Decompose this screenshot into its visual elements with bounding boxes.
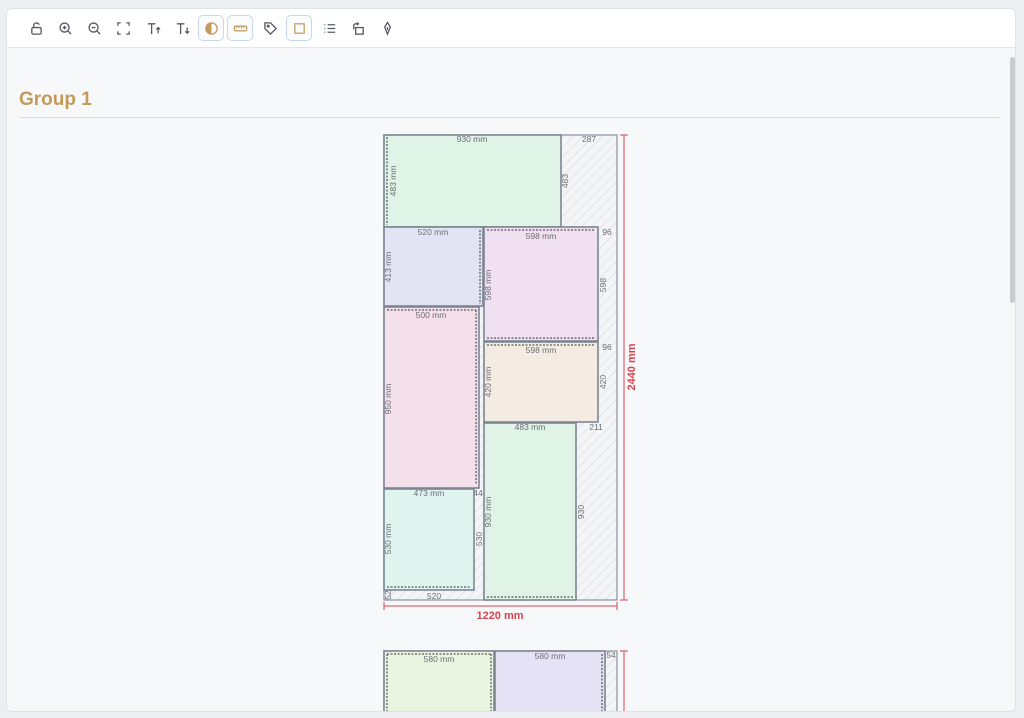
- cutting-layout: 930 mm 483 mm 520 mm 413 mm 598 mm 598 m…: [383, 134, 638, 712]
- piece-3[interactable]: 598 mm 598 mm: [483, 226, 599, 342]
- waste-label: 96: [602, 227, 612, 237]
- board2-piece-2[interactable]: 580 mm: [494, 650, 606, 712]
- piece-height-label: 950 mm: [383, 384, 393, 415]
- piece-2[interactable]: 520 mm 413 mm: [383, 226, 484, 307]
- piece-width-label: 580 mm: [535, 651, 566, 661]
- piece-rect[interactable]: [383, 226, 484, 307]
- piece-width-label: 598 mm: [526, 345, 557, 355]
- waste-label: 54: [606, 650, 616, 660]
- waste-label: 44: [473, 488, 483, 498]
- piece-4[interactable]: 500 mm 950 mm: [383, 306, 480, 489]
- waste-label: 530: [474, 532, 484, 546]
- piece-height-label: 598 mm: [483, 270, 493, 301]
- waste-label: 52: [383, 590, 393, 600]
- width-dimension: 1220 mm: [383, 602, 618, 622]
- piece-rect[interactable]: [383, 134, 562, 228]
- waste-label: 598: [598, 278, 608, 292]
- viewer-frame: Group 1 930 mm 483 mm 520 mm 413 mm 598 …: [6, 8, 1016, 712]
- waste-label: 96: [602, 342, 612, 352]
- waste-label: 211: [589, 422, 603, 432]
- piece-width-label: 483 mm: [515, 422, 546, 432]
- sheet-width-label: 1220 mm: [476, 610, 523, 622]
- piece-width-label: 580 mm: [424, 654, 455, 664]
- piece-width-label: 598 mm: [526, 231, 557, 241]
- piece-height-label: 420 mm: [483, 367, 493, 398]
- piece-rect[interactable]: [483, 226, 599, 342]
- piece-width-label: 500 mm: [416, 310, 447, 320]
- piece-height-label: 530 mm: [383, 524, 393, 555]
- waste-label: 520: [427, 591, 441, 601]
- waste-label: 287: [582, 134, 596, 144]
- piece-6[interactable]: 483 mm 930 mm: [483, 422, 577, 601]
- board2-piece-1[interactable]: 580 mm: [383, 650, 495, 712]
- piece-rect[interactable]: [383, 488, 475, 591]
- piece-1[interactable]: 930 mm 483 mm: [383, 134, 562, 228]
- height-dimension: 2440 mm: [620, 134, 638, 601]
- piece-rect[interactable]: [483, 422, 577, 601]
- height-dimension-2: [620, 650, 628, 711]
- piece-height-label: 930 mm: [483, 497, 493, 528]
- waste-label: 930: [576, 505, 586, 519]
- piece-width-label: 473 mm: [414, 488, 445, 498]
- piece-rect[interactable]: [383, 306, 480, 489]
- sheet-height-label: 2440 mm: [626, 343, 638, 390]
- piece-5[interactable]: 598 mm 420 mm: [483, 341, 599, 423]
- piece-7[interactable]: 473 mm 530 mm: [383, 488, 475, 591]
- waste-label: 483: [560, 174, 570, 188]
- piece-width-label: 930 mm: [457, 134, 488, 144]
- waste-label: 420: [598, 375, 608, 389]
- piece-width-label: 520 mm: [418, 227, 449, 237]
- piece-height-label: 483 mm: [388, 166, 398, 197]
- piece-height-label: 413 mm: [383, 252, 393, 283]
